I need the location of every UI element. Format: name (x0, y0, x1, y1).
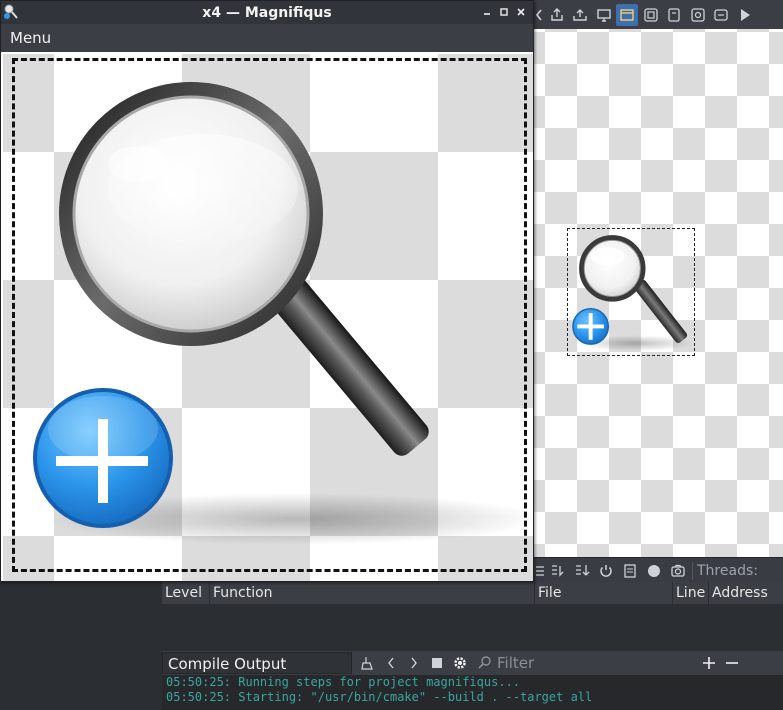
window-title: x4 — Magnifiqus (202, 4, 332, 21)
output-pane-select[interactable]: Compile Output (162, 652, 352, 674)
clean-icon[interactable] (356, 652, 379, 674)
upload-icon[interactable] (546, 4, 568, 26)
step-list-icon[interactable] (534, 560, 546, 582)
search-icon (478, 656, 491, 669)
magnified-selection-frame (12, 58, 527, 572)
step-over-icon[interactable] (546, 560, 570, 582)
zoom-in-icon (572, 235, 696, 352)
filter-placeholder: Filter (497, 654, 535, 672)
split-view-icon[interactable] (534, 4, 544, 26)
magnified-view[interactable] (3, 54, 533, 581)
plus-icon[interactable] (697, 652, 720, 674)
gear-icon[interactable] (448, 652, 471, 674)
output-toolbar: Compile Output Filter (162, 651, 783, 675)
compile-output[interactable]: 05:50:25: Running steps for project magn… (162, 675, 783, 710)
preview-canvas[interactable] (534, 29, 783, 557)
zoom-controls (697, 651, 743, 675)
stack-view-header: Level Function File Line Address (162, 582, 783, 604)
document-icon[interactable] (618, 560, 642, 582)
menu-bar: Menu (1, 24, 533, 52)
ide-toolbar (534, 0, 783, 30)
threads-label: Threads: (697, 563, 758, 579)
column-level[interactable]: Level (162, 582, 210, 604)
window-icon[interactable] (616, 3, 638, 26)
column-address[interactable]: Address (709, 582, 783, 604)
output-line: 05:50:25: Running steps for project magn… (166, 675, 521, 689)
chevron-right-icon[interactable] (402, 652, 425, 674)
menu-button[interactable]: Menu (1, 29, 51, 47)
column-line[interactable]: Line (673, 582, 709, 604)
title-bar[interactable]: x4 — Magnifiqus (1, 1, 533, 24)
magnifiqus-window[interactable]: x4 — Magnifiqus Menu (0, 0, 534, 582)
play-icon[interactable] (734, 4, 756, 26)
icon-preview-frame (567, 228, 696, 356)
record-icon[interactable] (642, 560, 666, 582)
debug-toolbar: Threads: (534, 557, 783, 584)
chevron-left-icon[interactable] (379, 652, 402, 674)
restart-icon[interactable] (594, 560, 618, 582)
page-icon[interactable] (663, 4, 685, 26)
step-into-icon[interactable] (570, 560, 594, 582)
export-icon[interactable] (569, 4, 591, 26)
stack-view-body (162, 604, 783, 652)
toolbar-separator (692, 562, 693, 580)
fit-icon[interactable] (640, 4, 662, 26)
minimize-icon[interactable] (478, 4, 495, 20)
column-function[interactable]: Function (210, 582, 535, 604)
monitor-icon[interactable] (593, 4, 615, 26)
close-icon[interactable] (512, 4, 529, 20)
app-icon[interactable] (3, 3, 19, 21)
settings-icon[interactable] (687, 4, 709, 26)
layout-icon[interactable] (710, 4, 732, 26)
column-file[interactable]: File (535, 582, 673, 604)
output-line: 05:50:25: Starting: "/usr/bin/cmake" --b… (166, 690, 593, 704)
minus-icon[interactable] (720, 652, 743, 674)
maximize-icon[interactable] (495, 4, 512, 20)
window-controls (478, 4, 529, 20)
filter-input[interactable]: Filter (477, 654, 657, 672)
stop-icon[interactable] (425, 652, 448, 674)
camera-icon[interactable] (666, 560, 690, 582)
desktop: Threads: Level Function File Line Addres… (0, 0, 783, 710)
